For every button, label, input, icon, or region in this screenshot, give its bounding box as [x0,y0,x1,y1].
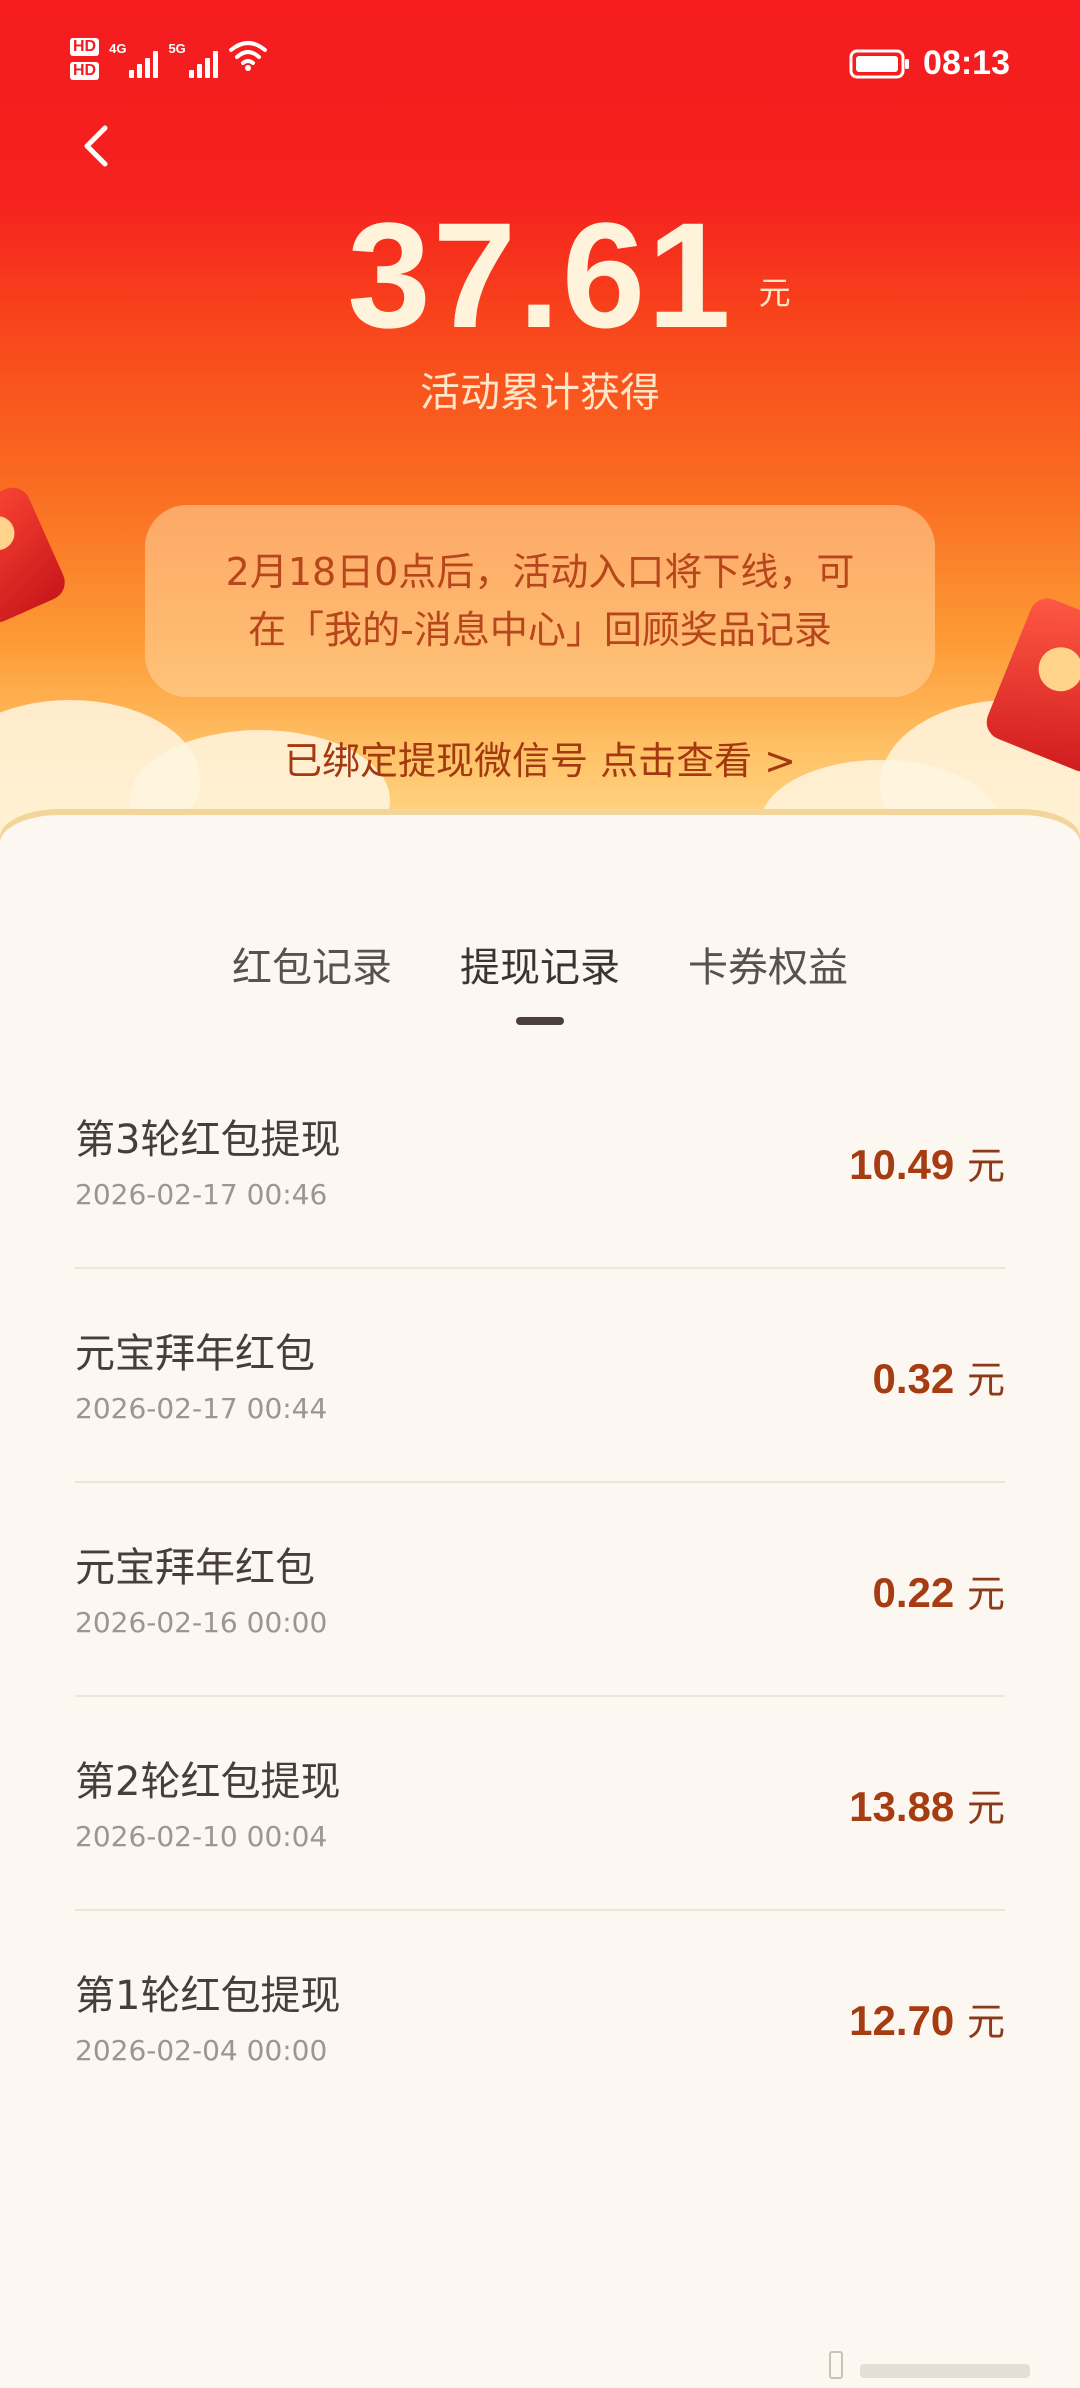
battery-icon [849,49,910,78]
signal-group-1: 4G [109,38,159,78]
record-tabs: 红包记录 提现记录 卡券权益 [0,935,1080,1025]
record-date: 2026-02-10 00:04 [75,1820,328,1853]
record-row[interactable]: 第2轮红包提现 2026-02-10 00:04 13.88 元 [75,1697,1005,1911]
system-nav-bar [0,2346,1080,2382]
record-amount-value: 12.70 [849,1997,955,2044]
header-bottom-edge [0,815,1080,870]
status-bar-right: 08:13 [849,44,1010,83]
hd-indicators: HD HD [70,38,100,80]
network-type-label: 5G [168,41,186,56]
total-amount: 37.61 元 [347,200,790,350]
record-row[interactable]: 元宝拜年红包 2026-02-17 00:44 0.32 元 [75,1269,1005,1483]
record-amount: 10.49 元 [849,1135,1005,1190]
record-title: 元宝拜年红包 [75,1331,315,1377]
status-bar-left: HD HD 4G 5G [70,38,268,80]
record-amount-unit: 元 [966,1786,1005,1830]
total-amount-block: 37.61 元 [0,200,1080,350]
notice-line: 2月18日0点后，活动入口将下线，可 [225,550,855,594]
signal-strength-icon [188,48,218,78]
tab-withdrawal-records[interactable]: 提现记录 [460,935,620,1025]
record-date: 2026-02-17 00:46 [75,1178,328,1211]
record-amount: 12.70 元 [849,1991,1005,2046]
record-amount-unit: 元 [966,2000,1005,2044]
chevron-left-icon [84,125,108,167]
record-amount: 0.32 元 [873,1349,1005,1404]
hd-badge: HD [70,38,100,56]
record-amount-value: 10.49 [849,1141,955,1188]
red-envelope-decoration [0,481,71,629]
total-amount-value: 37.61 [347,191,733,359]
notice-line: 在「我的-消息中心」回顾奖品记录 [248,608,832,652]
record-date: 2026-02-17 00:44 [75,1392,328,1425]
record-amount-unit: 元 [966,1572,1005,1616]
record-title: 第1轮红包提现 [75,1973,341,2019]
withdrawal-record-list: 第3轮红包提现 2026-02-17 00:46 10.49 元 元宝拜年红包 … [75,1055,1005,2123]
record-date: 2026-02-16 00:00 [75,1606,328,1639]
record-row[interactable]: 第1轮红包提现 2026-02-04 00:00 12.70 元 [75,1911,1005,2123]
wechat-bind-link[interactable]: 已绑定提现微信号 点击查看 > [0,730,1080,785]
record-row[interactable]: 元宝拜年红包 2026-02-16 00:00 0.22 元 [75,1483,1005,1697]
total-amount-unit: 元 [758,275,791,311]
record-amount-unit: 元 [966,1358,1005,1402]
signal-strength-icon [129,48,159,78]
record-amount-unit: 元 [966,1144,1005,1188]
hd-badge: HD [70,62,100,80]
record-amount-value: 13.88 [849,1783,955,1830]
clock-time: 08:13 [923,44,1010,82]
signal-group-2: 5G [168,38,218,78]
watermark-icon [829,2351,1030,2379]
tab-label: 提现记录 [460,945,620,991]
status-bar: HD HD 4G 5G 08:13 [0,0,1080,130]
record-row[interactable]: 第3轮红包提现 2026-02-17 00:46 10.49 元 [75,1055,1005,1269]
wifi-icon [228,41,267,71]
record-title: 第3轮红包提现 [75,1117,341,1163]
network-type-label: 4G [109,41,127,56]
tab-label: 卡券权益 [688,945,848,991]
active-tab-indicator [516,1017,564,1025]
tab-label: 红包记录 [232,945,392,991]
record-amount-value: 0.22 [872,1569,955,1616]
tab-coupon-benefits[interactable]: 卡券权益 [688,935,848,1013]
record-date: 2026-02-04 00:00 [75,2034,328,2067]
record-amount-value: 0.32 [872,1355,955,1402]
back-button[interactable] [68,118,124,174]
offline-notice: 2月18日0点后，活动入口将下线，可 在「我的-消息中心」回顾奖品记录 [145,505,935,697]
record-title: 元宝拜年红包 [75,1545,315,1591]
record-amount: 0.22 元 [873,1563,1005,1618]
record-amount: 13.88 元 [849,1777,1005,1832]
record-title: 第2轮红包提现 [75,1759,341,1805]
total-amount-caption: 活动累计获得 [420,370,660,416]
tab-red-packet-records[interactable]: 红包记录 [232,935,392,1013]
